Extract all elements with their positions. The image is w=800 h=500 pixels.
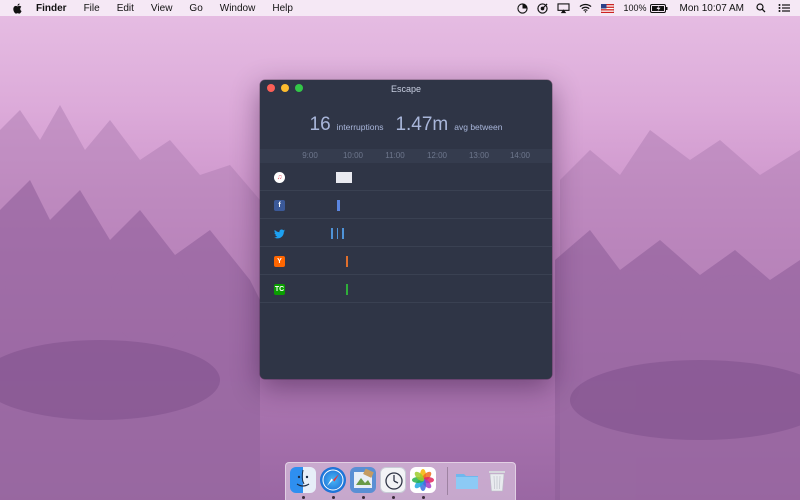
battery-percent[interactable]: 100%: [623, 3, 646, 13]
menu-go[interactable]: Go: [189, 3, 202, 14]
datetime[interactable]: Mon 10:07 AM: [680, 3, 744, 14]
twitter-icon: [274, 228, 285, 239]
running-indicator: [362, 496, 365, 499]
menu-file[interactable]: File: [84, 3, 100, 14]
time-tick: 10:00: [342, 151, 364, 160]
app-row-techcrunch[interactable]: TC: [260, 276, 552, 303]
target-icon[interactable]: [537, 2, 549, 14]
dock-separator: [447, 467, 448, 495]
time-axis: 9:00 10:00 11:00 12:00 13:00 14:00: [260, 149, 552, 163]
spotlight-search-icon[interactable]: [756, 3, 766, 13]
interruption-mark: [342, 228, 344, 239]
battery-charging-icon[interactable]: [649, 3, 668, 13]
interruption-mark: [336, 228, 338, 239]
photos-icon[interactable]: [410, 467, 436, 493]
app-row-twitter[interactable]: [260, 220, 552, 247]
trash-icon[interactable]: [484, 467, 510, 493]
itunes-icon: ♫: [274, 172, 285, 183]
interruption-mark: [346, 284, 348, 295]
finder-icon[interactable]: [290, 467, 316, 493]
running-indicator: [422, 496, 425, 499]
app-row-itunes[interactable]: ♫: [260, 164, 552, 191]
running-indicator: [332, 496, 335, 499]
facebook-icon: f: [274, 200, 285, 211]
airplay-icon[interactable]: [557, 2, 571, 14]
menu-bar: Finder File Edit View Go Window Help 100…: [0, 0, 800, 16]
app-row-facebook[interactable]: f: [260, 192, 552, 219]
app-row-hacker-news[interactable]: Y: [260, 248, 552, 275]
escape-app-icon[interactable]: [380, 467, 406, 493]
time-tick: 12:00: [426, 151, 448, 160]
hacker-news-icon: Y: [274, 256, 285, 267]
time-tick: 14:00: [509, 151, 531, 160]
interruption-mark: [346, 256, 348, 267]
interruptions-label: interruptions: [336, 122, 384, 132]
menu-edit[interactable]: Edit: [117, 3, 134, 14]
downloads-folder-icon[interactable]: [454, 467, 480, 493]
interruption-mark: [338, 200, 340, 211]
menu-help[interactable]: Help: [272, 3, 293, 14]
menu-view[interactable]: View: [151, 3, 173, 14]
wifi-icon[interactable]: [579, 3, 592, 13]
safari-icon[interactable]: [320, 467, 346, 493]
avg-between-value: 1.47m: [395, 114, 449, 135]
menu-window[interactable]: Window: [220, 3, 256, 14]
menu-app-finder[interactable]: Finder: [36, 3, 67, 14]
window-titlebar[interactable]: Escape: [260, 80, 552, 98]
techcrunch-icon: TC: [274, 284, 285, 295]
preview-icon[interactable]: [350, 467, 376, 493]
time-tick: 13:00: [468, 151, 490, 160]
escape-window: Escape 16 interruptions 1.47m avg betwee…: [260, 80, 552, 379]
interruptions-count: 16: [309, 114, 331, 135]
summary-stats: 16 interruptions 1.47m avg between: [260, 114, 552, 136]
running-indicator: [392, 496, 395, 499]
us-flag-icon[interactable]: [601, 3, 615, 13]
avg-between-label: avg between: [454, 122, 503, 132]
apple-icon[interactable]: [12, 2, 26, 14]
window-title: Escape: [390, 84, 422, 94]
interruption-mark: [331, 228, 333, 239]
interruption-mark: [350, 172, 352, 183]
timer-icon[interactable]: [517, 2, 529, 14]
time-tick: 9:00: [302, 151, 318, 160]
running-indicator: [302, 496, 305, 499]
dock: [285, 462, 516, 500]
notification-center-icon[interactable]: [778, 3, 790, 13]
time-tick: 11:00: [385, 151, 405, 160]
